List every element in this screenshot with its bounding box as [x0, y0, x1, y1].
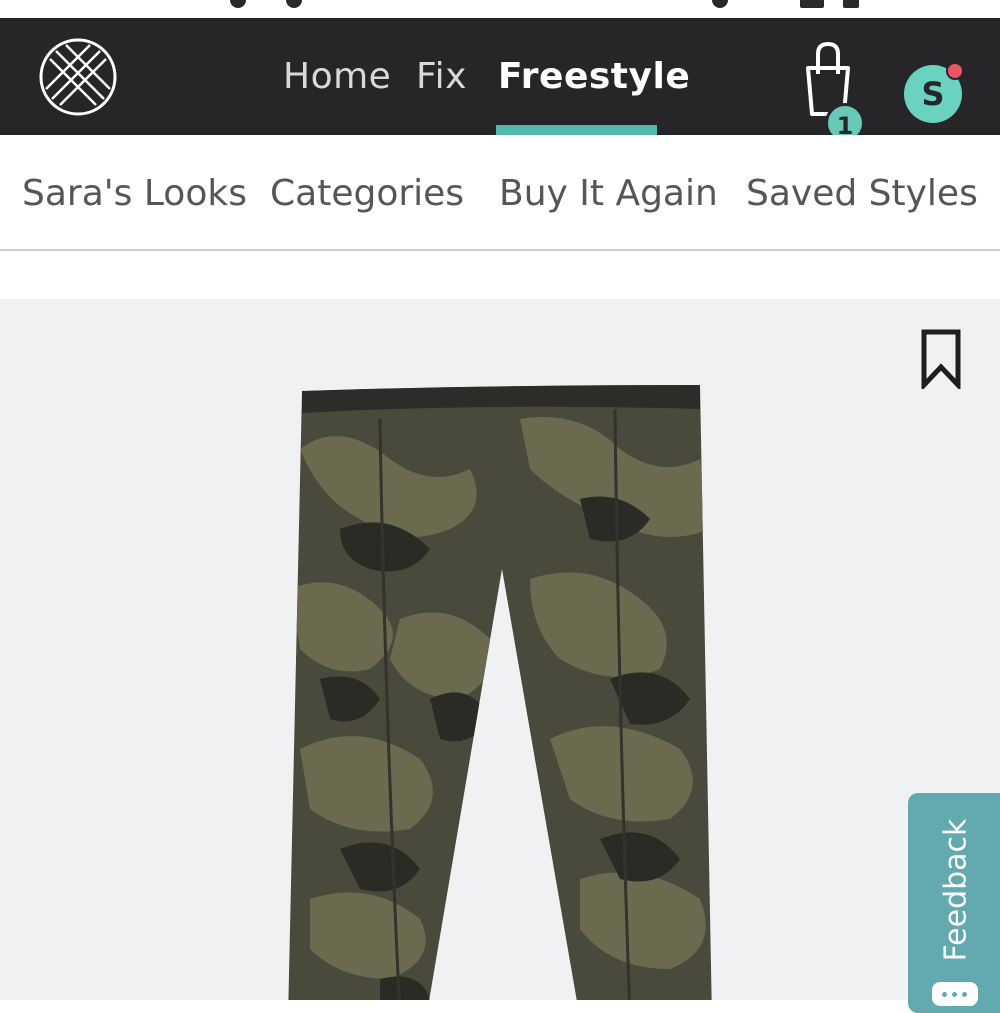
- nav-freestyle[interactable]: Freestyle: [498, 56, 690, 97]
- active-tab-indicator: [496, 125, 657, 135]
- subnav-saras-looks[interactable]: Sara's Looks: [22, 173, 247, 214]
- status-icon: [843, 0, 859, 8]
- camo-pants-image[interactable]: [280, 379, 720, 1000]
- subnav-buy-it-again[interactable]: Buy It Again: [499, 173, 718, 214]
- content-spacer: [0, 253, 1000, 299]
- subnav-categories[interactable]: Categories: [270, 173, 464, 214]
- nav-fix[interactable]: Fix: [416, 56, 467, 97]
- battery-icon: [800, 0, 824, 8]
- feedback-label[interactable]: Feedback: [939, 819, 974, 962]
- chat-icon[interactable]: [932, 982, 978, 1006]
- bookmark-icon[interactable]: [920, 329, 962, 389]
- subnav-saved-styles[interactable]: Saved Styles: [746, 173, 978, 214]
- status-icon: [712, 0, 728, 8]
- notification-dot: [946, 62, 964, 80]
- top-navigation-bar: Home Fix Freestyle 1 S: [0, 18, 1000, 143]
- status-bar: [0, 0, 1000, 18]
- product-image-panel: [0, 299, 1000, 1000]
- status-icon: [286, 0, 302, 8]
- stitch-fix-logo-icon[interactable]: [38, 37, 118, 117]
- secondary-navigation: Sara's Looks Categories Buy It Again Sav…: [0, 135, 1000, 251]
- nav-home[interactable]: Home: [283, 56, 391, 97]
- status-icon: [230, 0, 246, 8]
